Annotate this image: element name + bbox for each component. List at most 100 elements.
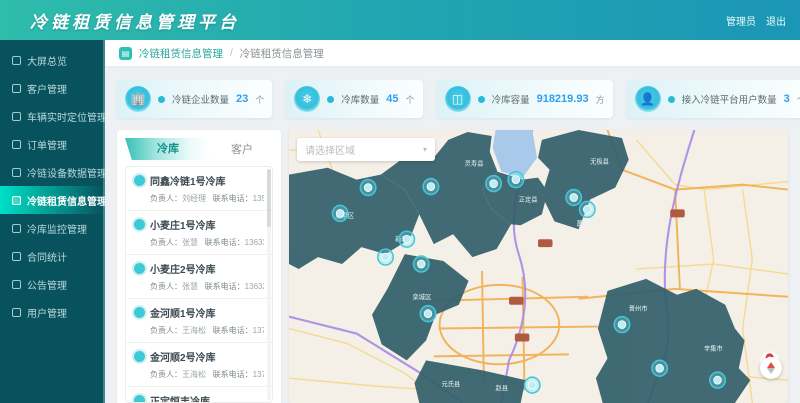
cold-storage-marker-icon[interactable] — [566, 190, 581, 206]
dashboard-icon — [12, 56, 21, 65]
sidebar-item-label: 用户管理 — [27, 305, 67, 320]
warehouse-list-item[interactable]: 正定恒丰冷库负责人：李建国 联系电话：13931186520 — [126, 387, 272, 403]
sidebar-item-label: 车辆实时定位管理 — [27, 109, 105, 124]
sidebar-item[interactable]: 冷链设备数据管理 — [0, 158, 105, 186]
tab-warehouse[interactable]: 冷库 — [125, 138, 211, 160]
main-area: ▤ 冷链租赁信息管理 / 冷链租赁信息管理 🏢冷链企业数量23个❄冷库数量45个… — [105, 40, 800, 403]
warehouse-dot-icon — [134, 219, 145, 230]
stat-label: 接入冷链平台用户数量 — [682, 92, 777, 106]
road-shield-icon — [670, 209, 684, 217]
warehouse-list-item[interactable]: 金河顺2号冷库负责人：王海松 联系电话：13703211845 — [126, 343, 272, 387]
stat-label: 冷链企业数量 — [172, 92, 229, 106]
cold-storage-marker-icon[interactable] — [580, 201, 595, 217]
compass-south-icon — [767, 368, 775, 374]
sidebar-item-label: 合同统计 — [27, 249, 67, 264]
cold-storage-marker-icon[interactable] — [423, 179, 438, 195]
sidebar-item-label: 冷链租赁信息管理 — [27, 193, 105, 208]
sidebar-item-label: 公告管理 — [27, 277, 67, 292]
user-icon — [12, 308, 21, 317]
region-label: 晋州市 — [629, 304, 648, 313]
region-select-placeholder: 请选择区域 — [305, 142, 355, 157]
stat-label: 冷库容量 — [492, 92, 530, 106]
warehouse-title: 小麦庄1号冷库 — [150, 217, 216, 232]
warehouse-panel: 冷库 客户 同鑫冷链1号冷库负责人：刘经理 联系电话：13582011736小麦… — [117, 130, 281, 403]
stat-value: 3 — [784, 93, 790, 105]
cold-storage-marker-icon[interactable] — [399, 231, 414, 247]
breadcrumb-current: 冷链租赁信息管理 — [240, 46, 324, 61]
stat-card: ◫冷库容量918219.93方 — [437, 80, 613, 118]
warehouse-meta: 负责人：张慧 联系电话：13633015621 — [150, 237, 264, 248]
warehouse-list: 同鑫冷链1号冷库负责人：刘经理 联系电话：13582011736小麦庄1号冷库负… — [125, 166, 273, 403]
cold-storage-marker-icon[interactable] — [614, 317, 629, 333]
road-shield-icon — [509, 297, 523, 305]
cold-storage-marker-icon[interactable] — [710, 372, 725, 388]
sidebar-item[interactable]: 公告管理 — [0, 270, 105, 298]
company-icon: 🏢 — [125, 86, 151, 112]
contract-icon — [12, 252, 21, 261]
region-label: 栾城区 — [413, 292, 432, 301]
warehouse-title: 同鑫冷链1号冷库 — [150, 173, 226, 188]
warehouse-title: 正定恒丰冷库 — [150, 393, 210, 403]
stat-card: ❄冷库数量45个 — [286, 80, 422, 118]
region-label: 无极县 — [590, 157, 609, 166]
breadcrumb: ▤ 冷链租赁信息管理 / 冷链租赁信息管理 — [105, 40, 800, 66]
sidebar-item-label: 冷链设备数据管理 — [27, 165, 105, 180]
region-select[interactable]: 请选择区域 ▾ — [297, 138, 435, 161]
road-shield-icon — [538, 239, 552, 247]
compass-control[interactable] — [760, 357, 782, 379]
stat-value: 918219.93 — [537, 93, 589, 105]
cold-storage-marker-icon[interactable] — [420, 306, 435, 322]
cold-storage-marker-icon[interactable] — [652, 360, 667, 376]
panel-tabs: 冷库 客户 — [125, 138, 273, 160]
sidebar-item[interactable]: 用户管理 — [0, 298, 105, 326]
user-name[interactable]: 管理员 — [726, 13, 756, 28]
breadcrumb-icon: ▤ — [119, 47, 132, 60]
cold-storage-marker-icon[interactable] — [378, 249, 393, 265]
tab-customer[interactable]: 客户 — [211, 141, 273, 157]
cold-storage-marker-icon[interactable] — [360, 180, 375, 196]
warehouse-dot-icon — [134, 175, 145, 186]
sidebar-item[interactable]: 车辆实时定位管理 — [0, 102, 105, 130]
sidebar-item[interactable]: 大屏总览 — [0, 46, 105, 74]
rental-icon — [12, 196, 21, 205]
region-label: 灵寿县 — [465, 159, 484, 168]
cold-storage-marker-icon[interactable] — [486, 176, 501, 192]
sidebar-item[interactable]: 客户管理 — [0, 74, 105, 102]
cold-storage-marker-icon[interactable] — [332, 205, 347, 221]
logout-link[interactable]: 退出 — [766, 13, 786, 28]
region-label: 赵县 — [496, 383, 509, 392]
sidebar-item[interactable]: 冷链租赁信息管理 — [0, 186, 105, 214]
stats-row: 🏢冷链企业数量23个❄冷库数量45个◫冷库容量918219.93方👤接入冷链平台… — [105, 80, 800, 120]
region-label: 元氏县 — [441, 379, 460, 388]
stat-label: 冷库数量 — [341, 92, 379, 106]
warehouse-meta: 负责人：刘经理 联系电话：13582011736 — [150, 193, 264, 204]
cold-storage-marker-icon[interactable] — [414, 256, 429, 272]
breadcrumb-root[interactable]: 冷链租赁信息管理 — [139, 46, 223, 61]
bullet-dot-icon — [478, 96, 485, 103]
warehouse-list-item[interactable]: 小麦庄1号冷库负责人：张慧 联系电话：13633015621 — [126, 211, 272, 255]
truck-icon — [12, 112, 21, 121]
sidebar: 大屏总览客户管理车辆实时定位管理订单管理冷链设备数据管理冷链租赁信息管理冷库监控… — [0, 40, 105, 403]
warehouse-dot-icon — [134, 395, 145, 403]
warehouse-list-item[interactable]: 同鑫冷链1号冷库负责人：刘经理 联系电话：13582011736 — [126, 167, 272, 211]
warehouse-list-item[interactable]: 小麦庄2号冷库负责人：张慧 联系电话：13633015621 — [126, 255, 272, 299]
sidebar-item[interactable]: 订单管理 — [0, 130, 105, 158]
warehouse-dot-icon — [134, 307, 145, 318]
warehouse-title: 金河顺2号冷库 — [150, 349, 216, 364]
list-scrollbar[interactable] — [267, 169, 271, 400]
sidebar-item[interactable]: 冷库监控管理 — [0, 214, 105, 242]
app-header: 冷链租赁信息管理平台 管理员 退出 — [0, 0, 800, 40]
warehouse-title: 金河顺1号冷库 — [150, 305, 216, 320]
sidebar-item-label: 客户管理 — [27, 81, 67, 96]
cold-storage-marker-icon[interactable] — [508, 172, 523, 188]
warehouse-list-item[interactable]: 金河顺1号冷库负责人：王海松 联系电话：13703211845 — [126, 299, 272, 343]
warehouse-meta: 负责人：王海松 联系电话：13703211845 — [150, 369, 264, 380]
app-root: 冷链租赁信息管理平台 管理员 退出 大屏总览客户管理车辆实时定位管理订单管理冷链… — [0, 0, 800, 403]
bullet-dot-icon — [327, 96, 334, 103]
warehouse-title: 小麦庄2号冷库 — [150, 261, 216, 276]
map-canvas[interactable]: 鹿泉区灵寿县正定县无极县藁城区新华区裕华区栾城区元氏县赵县晋州市辛集市 请选择区… — [289, 130, 788, 403]
warehouse-icon: ❄ — [294, 86, 320, 112]
cold-storage-marker-icon[interactable] — [525, 377, 540, 393]
sidebar-item[interactable]: 合同统计 — [0, 242, 105, 270]
warehouse-dot-icon — [134, 263, 145, 274]
